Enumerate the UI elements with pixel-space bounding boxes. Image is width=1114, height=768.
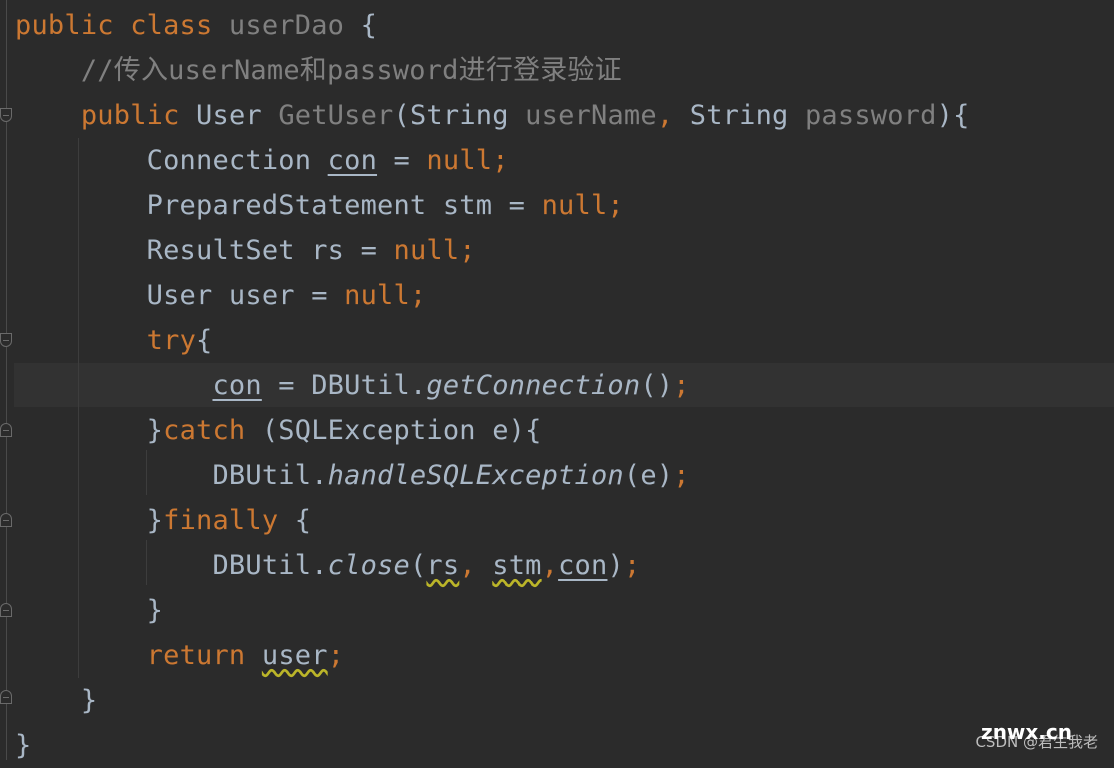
- code-token: ): [607, 550, 624, 581]
- code-token: ,: [459, 550, 493, 581]
- code-line[interactable]: DBUtil.handleSQLException(e);: [15, 453, 690, 498]
- code-token: con: [327, 145, 378, 176]
- code-token: ;: [673, 460, 690, 491]
- code-token: ,: [541, 550, 559, 581]
- code-token: DBUtil.: [15, 550, 328, 581]
- code-token: DBUtil.: [15, 460, 328, 491]
- code-token: (String: [393, 100, 526, 131]
- code-token: (SQLException e){: [261, 415, 542, 446]
- code-token: return: [146, 640, 262, 671]
- code-token: = DBUtil.: [261, 370, 427, 401]
- code-token: =: [377, 145, 427, 176]
- code-token: catch: [163, 415, 262, 446]
- code-token: {: [294, 505, 312, 536]
- code-token: con: [212, 370, 262, 401]
- code-token: user: [261, 640, 328, 671]
- code-token: finally: [163, 505, 295, 536]
- code-line[interactable]: }: [15, 588, 163, 633]
- code-token: User: [196, 100, 279, 131]
- code-token: ,: [656, 100, 690, 131]
- code-line[interactable]: User user = null;: [15, 273, 427, 318]
- code-token: }: [15, 685, 98, 716]
- fold-toggle-icon[interactable]: [0, 108, 12, 122]
- code-line[interactable]: public class userDao {: [15, 3, 377, 48]
- code-line[interactable]: DBUtil.close(rs, stm,con);: [15, 543, 640, 588]
- code-token: ){: [936, 100, 970, 131]
- code-token: handleSQLException: [327, 460, 624, 491]
- code-token: getConnection: [426, 370, 641, 401]
- code-token: {: [344, 10, 378, 41]
- code-token: ;: [327, 640, 345, 671]
- code-token: null;: [541, 190, 624, 221]
- code-token: //传入userName和password进行登录验证: [80, 55, 622, 86]
- code-token: ;: [623, 550, 641, 581]
- code-token: null;: [344, 280, 427, 311]
- code-token: Connection: [15, 145, 328, 176]
- code-token: (): [640, 370, 674, 401]
- code-token: null;: [393, 235, 476, 266]
- code-token: public class: [15, 10, 229, 41]
- code-line[interactable]: try{: [15, 318, 213, 363]
- code-line[interactable]: }: [15, 723, 31, 768]
- code-token: stm: [492, 550, 542, 581]
- fold-toggle-icon[interactable]: [0, 513, 12, 527]
- code-line[interactable]: //传入userName和password进行登录验证: [15, 48, 622, 93]
- code-line[interactable]: }finally {: [15, 498, 311, 543]
- code-token: userName: [525, 100, 657, 131]
- code-token: String: [689, 100, 805, 131]
- code-token: userDao: [228, 10, 345, 41]
- fold-toggle-icon[interactable]: [0, 423, 12, 437]
- code-line[interactable]: return user;: [15, 633, 344, 678]
- code-token: rs: [426, 550, 460, 581]
- watermark-site: znwx.cn: [981, 720, 1072, 744]
- code-token: ResultSet rs =: [15, 235, 394, 266]
- code-token: null;: [426, 145, 509, 176]
- code-token: ;: [673, 370, 690, 401]
- code-line[interactable]: }: [15, 678, 97, 723]
- code-line[interactable]: ResultSet rs = null;: [15, 228, 476, 273]
- code-token: User user =: [15, 280, 345, 311]
- code-token: password: [804, 100, 937, 131]
- code-token: con: [558, 550, 608, 581]
- code-token: close: [327, 550, 410, 581]
- gutter: [0, 0, 14, 760]
- code-token: }: [15, 505, 164, 536]
- code-token: }: [15, 415, 164, 446]
- code-line[interactable]: Connection con = null;: [15, 138, 509, 183]
- code-token: GetUser: [278, 100, 394, 131]
- code-line[interactable]: PreparedStatement stm = null;: [15, 183, 624, 228]
- code-line[interactable]: con = DBUtil.getConnection();: [15, 363, 690, 408]
- code-token: }: [15, 595, 164, 626]
- code-token: PreparedStatement stm =: [15, 190, 542, 221]
- code-token: (: [409, 550, 427, 581]
- code-line[interactable]: }catch (SQLException e){: [15, 408, 542, 453]
- code-token: try: [146, 325, 197, 356]
- fold-toggle-icon[interactable]: [0, 603, 12, 617]
- code-line[interactable]: public User GetUser(String userName, Str…: [15, 93, 970, 138]
- code-token: {: [196, 325, 213, 356]
- code-token: (e): [623, 460, 674, 491]
- fold-toggle-icon[interactable]: [0, 333, 12, 347]
- fold-toggle-icon[interactable]: [0, 690, 12, 704]
- code-token: public: [80, 100, 197, 131]
- code-token: }: [15, 730, 32, 761]
